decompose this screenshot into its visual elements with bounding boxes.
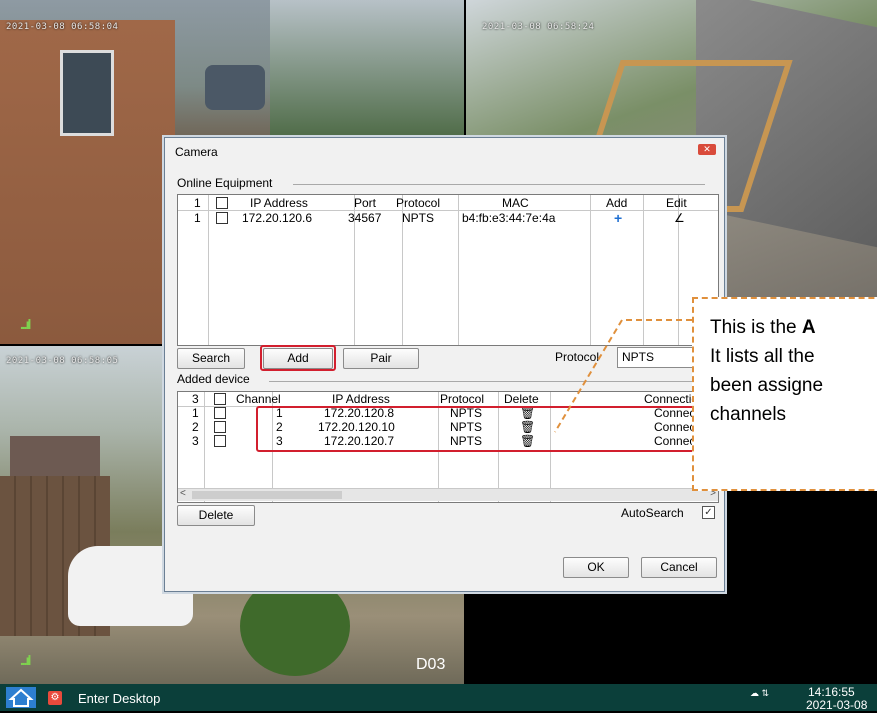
network-icon: ☁ ⇅ — [750, 688, 770, 698]
signal-icon: ...ıl — [20, 652, 32, 668]
row-index: 3 — [192, 434, 199, 448]
header-mac: MAC — [502, 196, 529, 210]
row-index: 1 — [194, 211, 201, 225]
desktop-icon[interactable]: ⚙ — [48, 691, 62, 705]
callout-line1-bold: A — [801, 317, 816, 338]
added-device-label: Added device — [177, 372, 250, 386]
header-count: 1 — [194, 196, 201, 210]
header-channel: Channel — [236, 392, 281, 406]
header-ip: IP Address — [332, 392, 390, 406]
pair-button[interactable]: Pair — [343, 348, 419, 369]
header-protocol: Protocol — [396, 196, 441, 210]
table-row[interactable]: 1 172.20.120.6 34567 NPTS b4:fb:e3:44:7e… — [178, 210, 718, 226]
camera-dialog: Camera ✕ Online Equipment 1 IP Address P… — [164, 137, 725, 592]
row-protocol: NPTS — [402, 211, 435, 225]
callout-line1: This is the — [710, 317, 802, 338]
row-index: 2 — [192, 420, 199, 434]
close-icon[interactable]: ✕ — [698, 144, 716, 155]
callout-line2: It lists all the — [710, 346, 815, 367]
taskbar: ⚙ Enter Desktop ☁ ⇅ 14:16:55 2021-03-08 — [0, 684, 877, 712]
enter-desktop-button[interactable]: Enter Desktop — [78, 691, 160, 706]
add-button-highlight — [260, 345, 336, 371]
clock-date: 2021-03-08 — [806, 698, 868, 712]
scroll-left-icon[interactable]: < — [180, 488, 186, 499]
cancel-button[interactable]: Cancel — [641, 557, 717, 578]
scrollbar-thumb[interactable] — [192, 491, 342, 499]
callout-text: This is the A It lists all the been assi… — [710, 313, 823, 429]
row-checkbox[interactable] — [214, 435, 226, 447]
added-device-list[interactable]: 3 Channel IP Address Protocol Delete Con… — [177, 391, 720, 503]
header-port: Port — [354, 196, 377, 210]
row-checkbox[interactable] — [214, 407, 226, 419]
callout-box: This is the A It lists all the been assi… — [692, 297, 877, 491]
row-checkbox[interactable] — [216, 212, 228, 224]
feed-timestamp: 2021-03-08 06:58:24 — [482, 22, 595, 32]
search-button[interactable]: Search — [177, 348, 245, 369]
signal-icon: ...ıl — [20, 316, 32, 332]
online-equipment-list[interactable]: 1 IP Address Port Protocol MAC Add Edit … — [177, 194, 719, 346]
edit-icon[interactable]: ∠ — [674, 211, 685, 225]
row-index: 1 — [192, 406, 199, 420]
delete-button[interactable]: Delete — [177, 505, 255, 526]
header-edit: Edit — [666, 196, 687, 210]
home-icon[interactable] — [6, 687, 36, 708]
ok-button[interactable]: OK — [563, 557, 629, 578]
divider — [269, 381, 705, 382]
horizontal-scrollbar[interactable]: < > — [178, 488, 718, 501]
callout-line3: been assigne — [710, 375, 824, 396]
select-all-checkbox[interactable] — [214, 393, 226, 405]
added-header: 3 Channel IP Address Protocol Delete Con… — [178, 392, 718, 407]
autosearch-label: AutoSearch — [621, 506, 684, 520]
divider — [293, 184, 705, 185]
header-add: Add — [606, 196, 628, 210]
added-rows-highlight — [256, 406, 720, 452]
header-ip: IP Address — [250, 196, 308, 210]
row-port: 34567 — [348, 211, 382, 225]
header-protocol: Protocol — [440, 392, 485, 406]
feed-channel-label: D03 — [416, 656, 446, 673]
row-mac: b4:fb:e3:44:7e:4a — [462, 211, 556, 225]
feed-timestamp: 2021-03-08 06:58:04 — [6, 22, 119, 32]
select-all-checkbox[interactable] — [216, 197, 228, 209]
check-icon: ✓ — [704, 507, 713, 518]
online-header: 1 IP Address Port Protocol MAC Add Edit — [178, 195, 718, 211]
row-checkbox[interactable] — [214, 421, 226, 433]
header-count: 3 — [192, 392, 199, 406]
feed-timestamp: 2021-03-08 06:58:05 — [6, 356, 119, 366]
add-icon[interactable]: + — [614, 210, 622, 226]
clock-time: 14:16:55 — [808, 685, 855, 699]
header-delete: Delete — [504, 392, 539, 406]
protocol-label: Protocol — [555, 350, 600, 364]
autosearch-checkbox[interactable]: ✓ — [702, 506, 715, 519]
dialog-title: Camera — [175, 145, 218, 159]
protocol-select-value: NPTS — [622, 350, 655, 364]
row-ip: 172.20.120.6 — [242, 211, 313, 225]
callout-line4: channels — [710, 404, 787, 425]
online-equipment-label: Online Equipment — [177, 176, 273, 190]
